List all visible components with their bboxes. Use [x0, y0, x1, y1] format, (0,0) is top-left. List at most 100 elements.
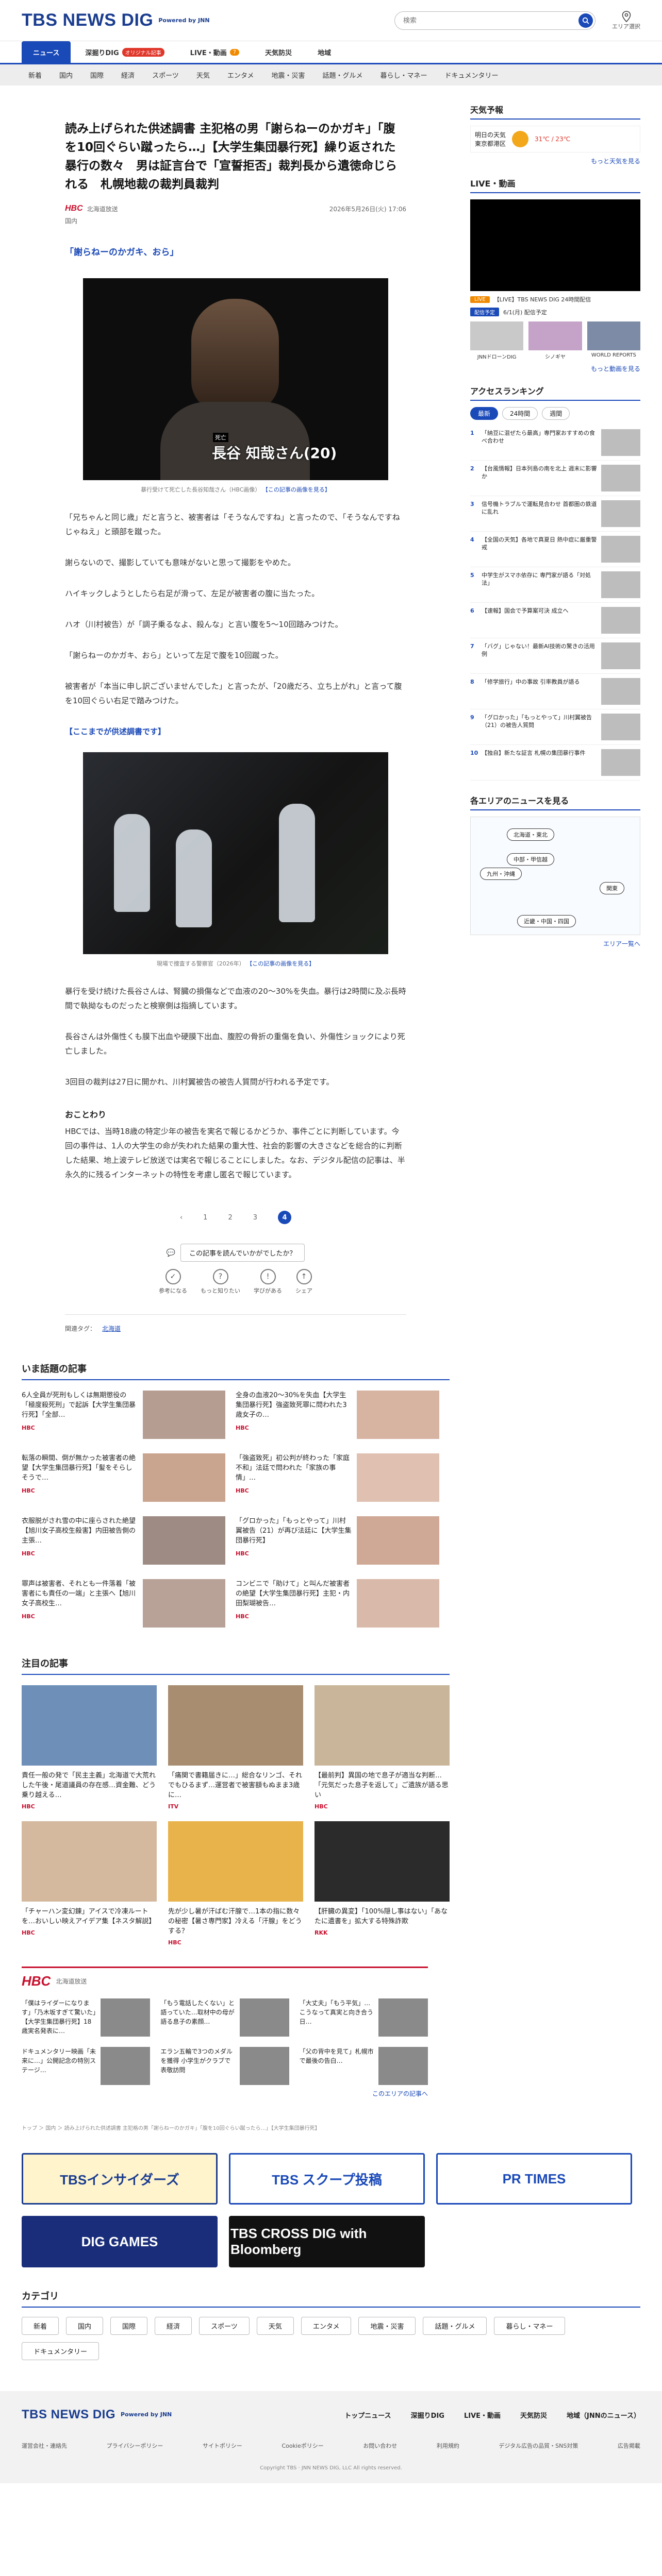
- weather-widget[interactable]: 明日の天気 東京都港区 31℃ / 23℃: [470, 126, 640, 152]
- page-link[interactable]: 3: [253, 1214, 257, 1222]
- hbc-card[interactable]: 「僕はライダーになります」「乃木坂すぎて驚いた」【大学生集団暴行死】18歳実名発…: [22, 1998, 151, 2037]
- banner-0[interactable]: TBSインサイダーズ: [22, 2153, 218, 2205]
- live-player[interactable]: [470, 199, 640, 291]
- footer-link[interactable]: 天気防災: [520, 2410, 547, 2420]
- footer-logo[interactable]: TBS NEWS DIG Powered by JNN: [22, 2408, 172, 2422]
- page-link[interactable]: 1: [203, 1214, 207, 1222]
- footer-link[interactable]: 深掘りDIG: [411, 2410, 444, 2420]
- area-pill[interactable]: 中部・甲信越: [507, 853, 554, 866]
- caption-link[interactable]: 【この記事の画像を見る】: [246, 960, 315, 967]
- nav-category-1[interactable]: 国内: [52, 70, 80, 80]
- footer-sublink[interactable]: お問い合わせ: [363, 2442, 397, 2450]
- nav-category-3[interactable]: 経済: [113, 70, 142, 80]
- tag-link[interactable]: 北海道: [102, 1325, 121, 1332]
- banner-2[interactable]: PR TIMES: [436, 2153, 632, 2205]
- category-pill[interactable]: ドキュメンタリー: [22, 2342, 100, 2360]
- footer-sublink[interactable]: 利用規約: [437, 2442, 459, 2450]
- hbc-more-link[interactable]: このエリアの記事へ: [22, 2089, 428, 2098]
- search-button[interactable]: [578, 13, 593, 28]
- category-pill[interactable]: スポーツ: [199, 2317, 250, 2335]
- trending-card[interactable]: 転落の瞬間、倒が無かった被害者の絶望【大学生集団暴行死】「髪をそらしそうで… HB…: [22, 1453, 236, 1502]
- banner-1[interactable]: TBS スクープ投稿: [229, 2153, 425, 2205]
- nav-dig[interactable]: 深掘りDIG オリジナル記事: [74, 41, 175, 63]
- category-pill[interactable]: 国際: [110, 2317, 148, 2335]
- trending-card[interactable]: 6人全員が死刑もしくは無期懲役の「極度殺死刑」で起訴【大学生集団暴行死】「全部……: [22, 1391, 236, 1439]
- footer-link[interactable]: トップニュース: [344, 2410, 391, 2420]
- ranking-tab[interactable]: 週間: [542, 407, 570, 420]
- nav-region[interactable]: 地域: [306, 41, 342, 63]
- search-input[interactable]: [403, 16, 578, 24]
- area-pill[interactable]: 九州・沖縄: [480, 868, 522, 880]
- caption-link[interactable]: 【この記事の画像を見る】: [262, 486, 330, 493]
- trending-card[interactable]: 「強盗致死」初公判が終わった「家庭不和」法廷で問われた「家族の事情」… HBC: [236, 1453, 450, 1502]
- footer-link[interactable]: 地域（JNNのニュース）: [567, 2410, 640, 2420]
- category-pill[interactable]: 天気: [256, 2317, 294, 2335]
- ranking-item[interactable]: 7 「バグ」じゃない！最新AI技術の驚きの活用例: [470, 638, 640, 674]
- ranking-item[interactable]: 6 【速報】国会で予算案可決 成立へ: [470, 603, 640, 638]
- banner-4[interactable]: TBS CROSS DIG with Bloomberg: [229, 2216, 425, 2267]
- footer-sublink[interactable]: プライバシーポリシー: [107, 2442, 163, 2450]
- trending-card[interactable]: 衣服脱がされ雪の中に座らされた絶望【旭川女子高校生殺害】内田被告側の主張… HBC: [22, 1516, 236, 1565]
- original-item[interactable]: シノギヤ: [528, 321, 582, 360]
- ranking-item[interactable]: 3 信号機トラブルで運転見合わせ 首都圏の鉄道に乱れ: [470, 496, 640, 532]
- hbc-card[interactable]: エラン五輪で3つのメダルを獲得 小学生がクラブで表敬訪問: [160, 2047, 289, 2085]
- category-pill[interactable]: 話題・グルメ: [423, 2317, 487, 2335]
- nav-news[interactable]: ニュース: [22, 41, 71, 63]
- weather-more-link[interactable]: もっと天気を見る: [470, 157, 640, 165]
- hbc-card[interactable]: 「もう電話したくない」と語っていた…取材中の母が語る息子の素顔…: [160, 1998, 289, 2037]
- featured-card[interactable]: 責任一般の発で「民主主義」北海道で大荒れした午後・尾道議員の存在感…資金難、どう…: [22, 1685, 157, 1810]
- featured-card[interactable]: 「痛関で書籍届きに…」総合なリンゴ、それでもひるまず…運営者で被害額もぬまま3歳…: [168, 1685, 303, 1810]
- footer-link[interactable]: LIVE・動画: [464, 2410, 501, 2420]
- nav-category-4[interactable]: スポーツ: [144, 70, 187, 80]
- page-prev-icon[interactable]: ‹: [180, 1214, 183, 1222]
- victim-photo[interactable]: 死亡 長谷 知哉さん(20): [83, 278, 388, 480]
- ranking-item[interactable]: 9 「グロかった」「もっとやって」川村翼被告（21）の被告人質問: [470, 709, 640, 745]
- live-more-link[interactable]: もっと動画を見る: [470, 364, 640, 373]
- footer-sublink[interactable]: デジタル広告の品質・SNS対策: [499, 2442, 578, 2450]
- nav-category-0[interactable]: 新着: [21, 70, 49, 80]
- ranking-tab[interactable]: 最新: [470, 407, 499, 420]
- ranking-item[interactable]: 5 中学生がスマホ依存に 専門家が語る「対処法」: [470, 567, 640, 603]
- footer-sublink[interactable]: サイトポリシー: [203, 2442, 242, 2450]
- nav-category-8[interactable]: 話題・グルメ: [315, 70, 370, 80]
- page-current[interactable]: 4: [278, 1211, 292, 1224]
- ranking-item[interactable]: 2 【台風情報】日本列島の南を北上 週末に影響か: [470, 461, 640, 496]
- hbc-card[interactable]: 「父の背中を見て」札幌市で最後の告白…: [300, 2047, 428, 2085]
- category-pill[interactable]: 暮らし・マネー: [494, 2317, 565, 2335]
- live-item[interactable]: LIVE 【LIVE】TBS NEWS DIG 24時間配信: [470, 295, 640, 303]
- reaction-helpful[interactable]: ✓ 参考になる: [159, 1269, 187, 1295]
- featured-card[interactable]: 「チャーハン変幻錬」アイスで冷凍ルートを…おいしい映えアイデア集【ネスタ解説】 H…: [22, 1821, 157, 1946]
- trending-card[interactable]: 「グロかった」「もっとやって」川村翼被告（21）が再び法廷に【大学生集団暴行死】…: [236, 1516, 450, 1565]
- nav-live[interactable]: LIVE・動画 7: [179, 41, 251, 63]
- area-pill[interactable]: 関東: [600, 882, 624, 894]
- featured-card[interactable]: 【肝臓の異変】「100%隠し事はない」「あなたに遺書を」拡大する特殊詐欺 RKK: [315, 1821, 450, 1946]
- reaction-share[interactable]: ↑ シェア: [295, 1269, 312, 1295]
- nav-category-9[interactable]: 暮らし・マネー: [372, 70, 435, 80]
- area-select-button[interactable]: エリア選択: [612, 10, 640, 30]
- reaction-learn[interactable]: ! 学びがある: [254, 1269, 282, 1295]
- hbc-card[interactable]: ドキュメンタリー映画「未来に…」公開記念の特別ステージ…: [22, 2047, 151, 2085]
- area-more-link[interactable]: エリア一覧へ: [470, 939, 640, 948]
- category-pill[interactable]: 国内: [66, 2317, 104, 2335]
- nav-category-5[interactable]: 天気: [189, 70, 218, 80]
- featured-card[interactable]: 先が少し暑が汗ばむ汗腺で…1本の指に数々の秘密【暑さ専門家】冷える「汗腺」をどう…: [168, 1821, 303, 1946]
- scene-photo[interactable]: [83, 752, 388, 954]
- footer-sublink[interactable]: Cookieポリシー: [282, 2442, 323, 2450]
- ranking-item[interactable]: 1 「納豆に混ぜたら最高」専門家おすすめの食べ合わせ: [470, 425, 640, 461]
- nav-category-2[interactable]: 国際: [82, 70, 111, 80]
- site-logo[interactable]: TBS NEWS DIG Powered by JNN: [22, 10, 210, 30]
- nav-category-10[interactable]: ドキュメンタリー: [437, 70, 506, 80]
- live-item[interactable]: 配信予定 6/1(月) 配信予定: [470, 308, 640, 316]
- reaction-more[interactable]: ? もっと知りたい: [201, 1269, 240, 1295]
- trending-card[interactable]: 全身の血液20〜30%を失血【大学生集団暴行死】強盗致死罪に問われた3歳女子の……: [236, 1391, 450, 1439]
- original-item[interactable]: JNNドローンDIG: [470, 321, 524, 360]
- area-pill[interactable]: 近畿・中国・四国: [517, 915, 576, 927]
- original-item[interactable]: WORLD REPORTS: [587, 321, 640, 360]
- category-pill[interactable]: 地震・災害: [358, 2317, 416, 2335]
- page-link[interactable]: 2: [228, 1214, 232, 1222]
- ranking-tab[interactable]: 24時間: [502, 407, 538, 420]
- ranking-item[interactable]: 8 「修学旅行」中の事故 引率教員が語る: [470, 674, 640, 709]
- area-pill[interactable]: 北海道・東北: [507, 828, 554, 841]
- category-pill[interactable]: 経済: [155, 2317, 192, 2335]
- hbc-card[interactable]: 「大丈夫」「もう平気」…こうなって真実と向き合う日…: [300, 1998, 428, 2037]
